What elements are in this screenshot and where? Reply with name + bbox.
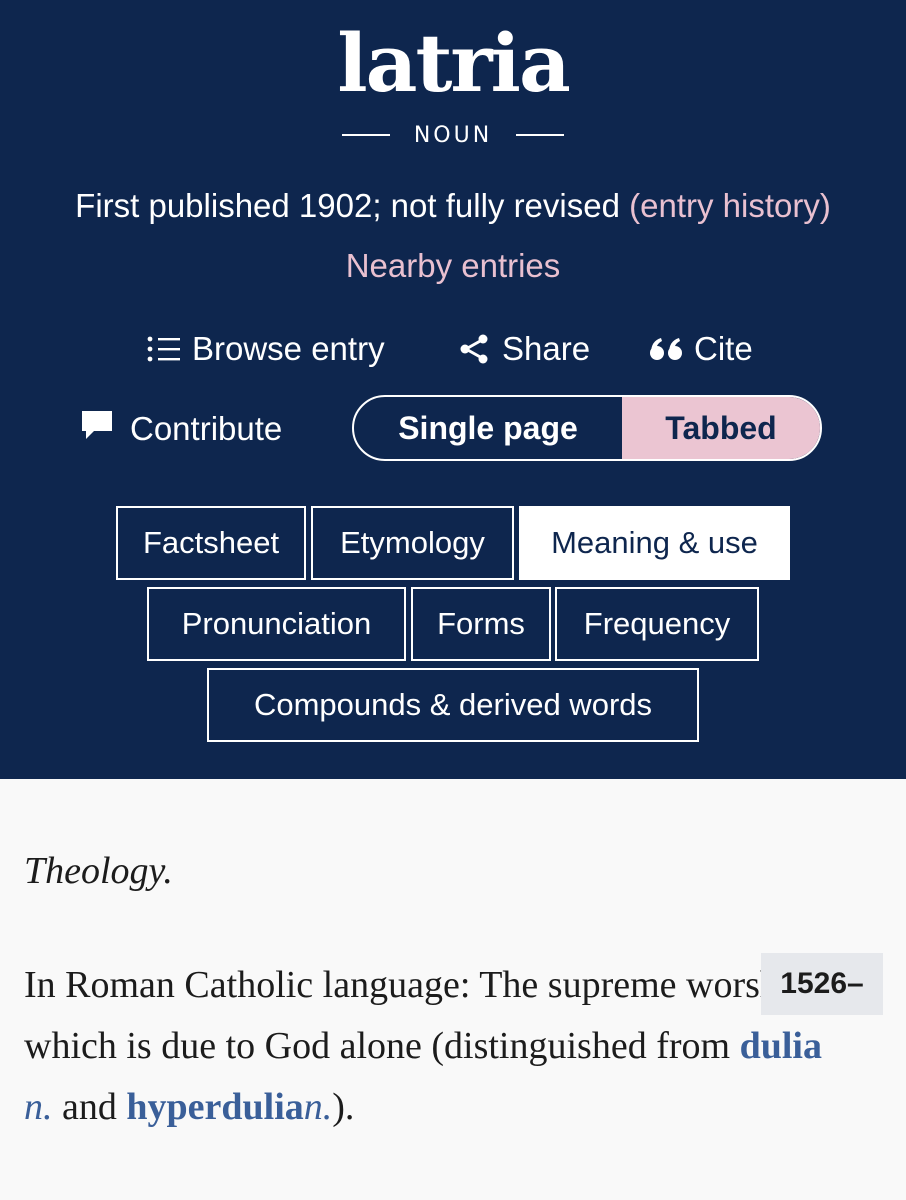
tab-factsheet[interactable]: Factsheet [116, 506, 306, 580]
publication-text: First published 1902; not fully revised [75, 187, 620, 224]
tab-frequency[interactable]: Frequency [555, 587, 759, 661]
speech-bubble-icon [80, 408, 114, 450]
date-range-badge[interactable]: 1526– [761, 953, 883, 1015]
part-of-speech: NOUN [413, 122, 493, 148]
divider [341, 134, 390, 136]
tab-forms[interactable]: Forms [411, 587, 551, 661]
definition-text: In Roman Catholic language: The supreme … [24, 955, 844, 1138]
entry-history-link[interactable]: (entry history) [629, 187, 831, 224]
tab-meaning-and-use[interactable]: Meaning & use [519, 506, 790, 580]
cite-label: Cite [694, 330, 753, 367]
conjunction: and [62, 1086, 117, 1128]
headword: latria [337, 16, 571, 110]
browse-entry-button[interactable]: Browse entry [146, 326, 385, 372]
tab-etymology[interactable]: Etymology [311, 506, 514, 580]
share-icon [458, 333, 492, 365]
entry-header: latria NOUN First published 1902; not fu… [0, 0, 906, 779]
contribute-button[interactable]: Contribute [80, 406, 282, 452]
xref-dulia-link[interactable]: dulia [740, 1025, 822, 1067]
tab-compounds-and-derived-words[interactable]: Compounds & derived words [207, 668, 699, 742]
part-of-speech-row: NOUN [0, 118, 906, 152]
quote-icon [648, 333, 684, 365]
definition-end: ). [332, 1086, 355, 1128]
publication-info: First published 1902; not fully revised … [0, 184, 906, 228]
view-mode-toggle: Single page Tabbed [352, 395, 822, 461]
divider [516, 134, 565, 136]
share-label: Share [502, 330, 591, 367]
cite-button[interactable]: Cite [648, 326, 753, 372]
definition-start: In Roman Catholic language: The supreme … [24, 964, 809, 1067]
meaning-panel: Theology. In Roman Catholic language: Th… [0, 779, 906, 1200]
single-page-option[interactable]: Single page [354, 397, 622, 459]
tab-pronunciation[interactable]: Pronunciation [147, 587, 406, 661]
subject-label: Theology. [24, 850, 173, 892]
share-button[interactable]: Share [458, 326, 590, 372]
xref-hyperdulia-pos: n. [303, 1086, 333, 1128]
list-icon [146, 333, 182, 365]
nearby-entries-link[interactable]: Nearby entries [0, 244, 906, 288]
xref-hyperdulia-link[interactable]: hyperdulia [126, 1086, 303, 1128]
xref-dulia-pos: n. [24, 1086, 53, 1128]
tabbed-option[interactable]: Tabbed [622, 397, 820, 459]
contribute-label: Contribute [130, 410, 283, 447]
browse-entry-label: Browse entry [192, 330, 385, 367]
